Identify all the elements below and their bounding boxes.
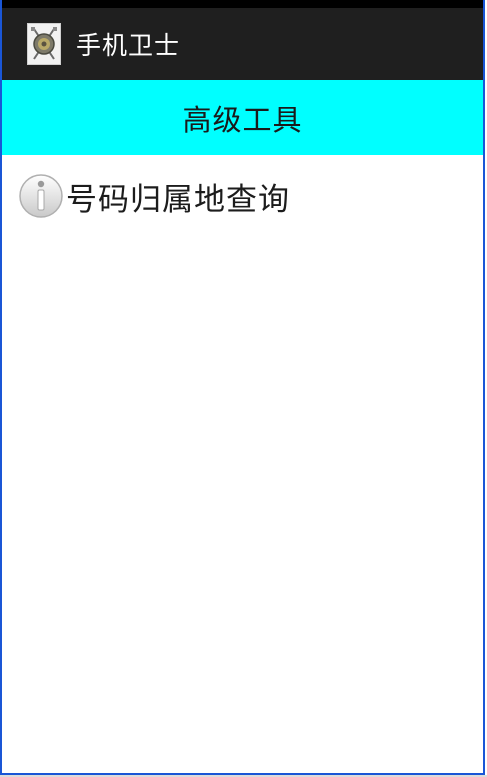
action-bar: 手机卫士 — [2, 8, 483, 80]
tool-item-label: 号码归属地查询 — [66, 181, 290, 218]
page-title: 高级工具 — [182, 102, 303, 137]
status-bar — [2, 0, 483, 8]
page-header: 高级工具 — [2, 80, 483, 155]
app-title: 手机卫士 — [76, 31, 181, 60]
tool-item-number-location-query[interactable]: 号码归属地查询 — [18, 173, 290, 219]
app-window: 手机卫士 高级工具 号码归属地查询 — [0, 0, 485, 775]
shield-guard-icon[interactable] — [27, 23, 61, 65]
info-icon — [18, 173, 64, 219]
